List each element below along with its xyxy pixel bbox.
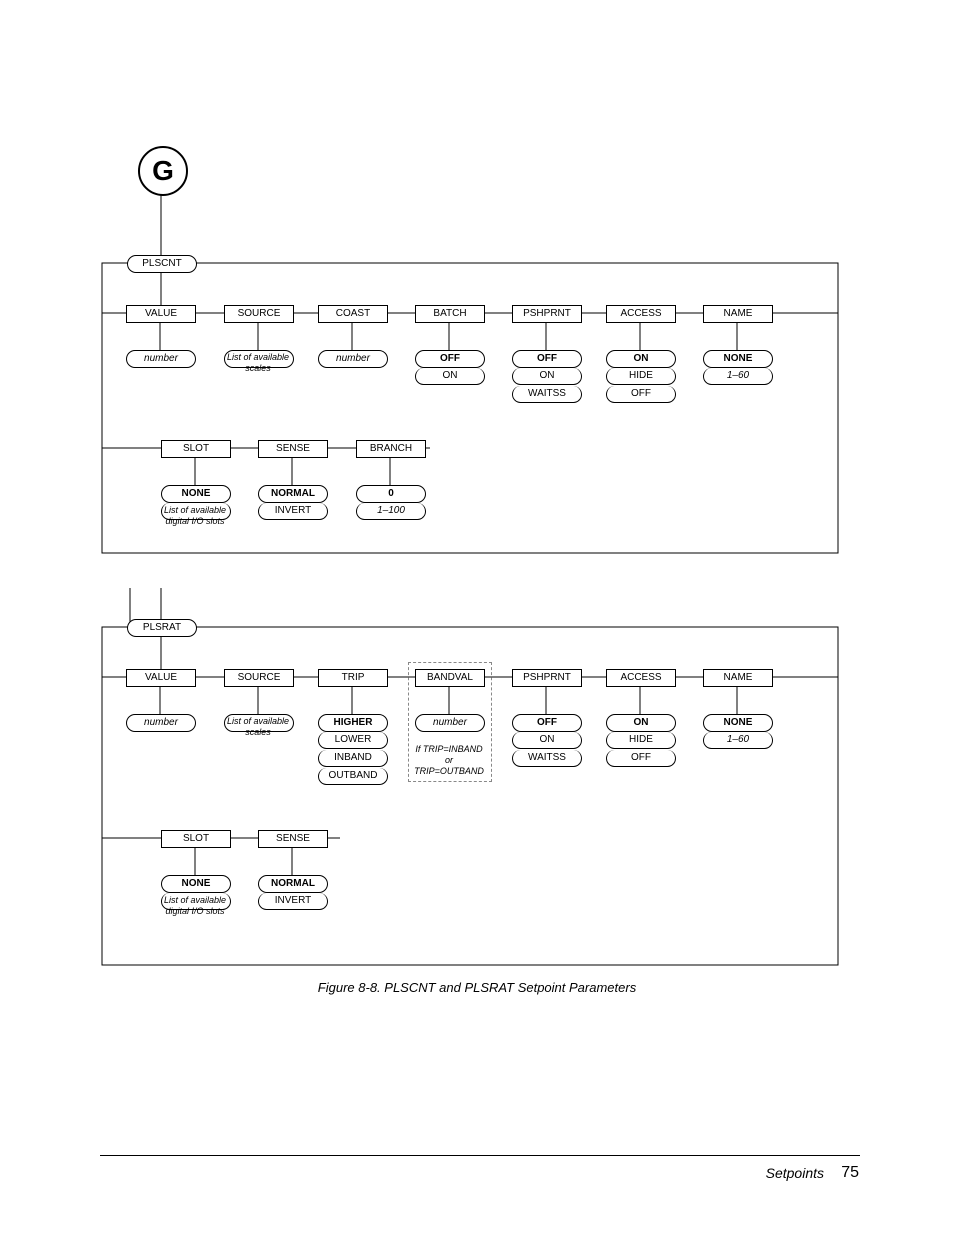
plsrat-source-note: List of available scales	[217, 716, 299, 738]
plscnt-pshprnt-opt0: OFF	[512, 350, 582, 368]
note-line-1: If TRIP=INBAND	[415, 744, 482, 754]
plsrat-trip-head: TRIP	[318, 669, 388, 687]
plsrat-name-opt0: NONE	[703, 714, 773, 732]
plscnt-coast-opt: number	[318, 350, 388, 368]
plsrat-bandval-head: BANDVAL	[415, 669, 485, 687]
plsrat-pshprnt-opt2: WAITSS	[512, 750, 582, 767]
plscnt-slot-opt0: NONE	[161, 485, 231, 503]
plsrat-name-head: NAME	[703, 669, 773, 687]
plsrat-title: PLSRAT	[127, 619, 197, 637]
plscnt-name-opt1: 1–60	[703, 368, 773, 385]
start-label: G	[152, 155, 174, 187]
plsrat-slot-opt0: NONE	[161, 875, 231, 893]
plsrat-trip-opt2: INBAND	[318, 750, 388, 767]
footer-page: 75	[841, 1164, 859, 1182]
plsrat-sense-head: SENSE	[258, 830, 328, 848]
note-line-2: or	[445, 755, 453, 765]
plsrat-access-opt0: ON	[606, 714, 676, 732]
plsrat-slot-head: SLOT	[161, 830, 231, 848]
plscnt-sense-opt0: NORMAL	[258, 485, 328, 503]
plscnt-name-opt0: NONE	[703, 350, 773, 368]
plscnt-name-head: NAME	[703, 305, 773, 323]
note-line-3: TRIP=OUTBAND	[414, 766, 484, 776]
plsrat-name-opt1: 1–60	[703, 732, 773, 749]
plscnt-source-head: SOURCE	[224, 305, 294, 323]
plsrat-trip-opt0: HIGHER	[318, 714, 388, 732]
plsrat-pshprnt-opt0: OFF	[512, 714, 582, 732]
figure-caption: Figure 8-8. PLSCNT and PLSRAT Setpoint P…	[0, 980, 954, 995]
start-node: G	[138, 146, 188, 196]
plsrat-trip-opt1: LOWER	[318, 732, 388, 749]
plsrat-trip-opt3: OUTBAND	[318, 768, 388, 785]
plsrat-sense-opt0: NORMAL	[258, 875, 328, 893]
plsrat-source-head: SOURCE	[224, 669, 294, 687]
plscnt-slot-note: List of available digital I/O slots	[154, 505, 236, 527]
page: G PLSCNT VALUE SOURCE COAST BATCH PSHPRN…	[0, 0, 954, 1235]
plsrat-bandval-opt: number	[415, 714, 485, 732]
plscnt-title: PLSCNT	[127, 255, 197, 273]
plscnt-access-opt1: HIDE	[606, 368, 676, 385]
plscnt-access-opt0: ON	[606, 350, 676, 368]
plsrat-pshprnt-opt1: ON	[512, 732, 582, 749]
plsrat-value-head: VALUE	[126, 669, 196, 687]
plscnt-batch-head: BATCH	[415, 305, 485, 323]
plscnt-slot-head: SLOT	[161, 440, 231, 458]
plsrat-access-opt2: OFF	[606, 750, 676, 767]
plsrat-access-opt1: HIDE	[606, 732, 676, 749]
plscnt-pshprnt-opt1: ON	[512, 368, 582, 385]
plsrat-slot-note: List of available digital I/O slots	[154, 895, 236, 917]
plscnt-pshprnt-opt2: WAITSS	[512, 386, 582, 403]
plsrat-access-head: ACCESS	[606, 669, 676, 687]
plsrat-value-opt: number	[126, 714, 196, 732]
plscnt-source-note: List of available scales	[217, 352, 299, 374]
plscnt-branch-opt0: 0	[356, 485, 426, 503]
footer-section: Setpoints	[766, 1165, 824, 1181]
plscnt-branch-head: BRANCH	[356, 440, 426, 458]
footer-rule	[100, 1155, 860, 1156]
plscnt-pshprnt-head: PSHPRNT	[512, 305, 582, 323]
plscnt-sense-head: SENSE	[258, 440, 328, 458]
plscnt-value-head: VALUE	[126, 305, 196, 323]
plscnt-access-opt2: OFF	[606, 386, 676, 403]
plsrat-sense-opt1: INVERT	[258, 893, 328, 910]
plscnt-value-opt: number	[126, 350, 196, 368]
plscnt-coast-head: COAST	[318, 305, 388, 323]
plscnt-batch-opt1: ON	[415, 368, 485, 385]
plscnt-access-head: ACCESS	[606, 305, 676, 323]
plscnt-sense-opt1: INVERT	[258, 503, 328, 520]
plsrat-pshprnt-head: PSHPRNT	[512, 669, 582, 687]
plscnt-batch-opt0: OFF	[415, 350, 485, 368]
plsrat-bandval-note: If TRIP=INBAND or TRIP=OUTBAND	[408, 744, 490, 777]
plscnt-branch-opt1: 1–100	[356, 503, 426, 520]
